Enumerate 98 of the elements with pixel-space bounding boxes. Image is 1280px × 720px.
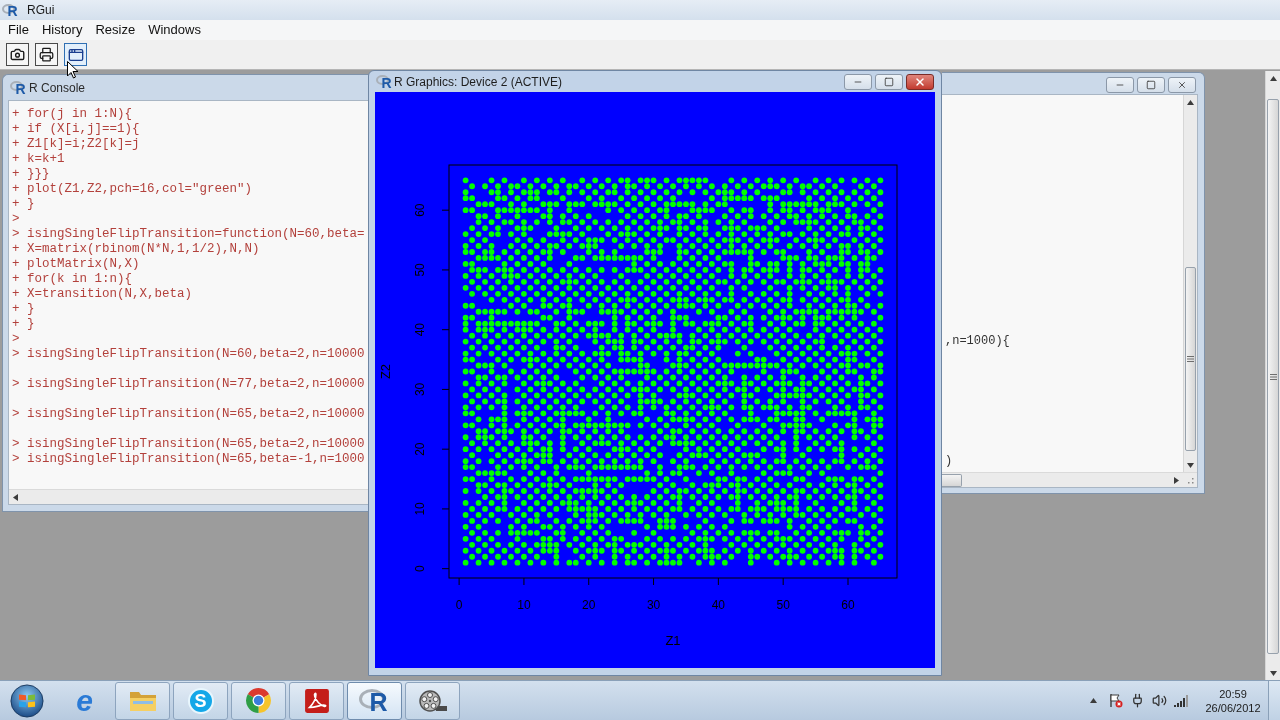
console-line: > isingSingleFlipTransition(N=65,beta=-1,n=1000 <box>12 452 365 467</box>
toolbar-button[interactable] <box>64 43 87 66</box>
mouse-pointer-icon <box>67 61 79 79</box>
scroll-down-icon[interactable] <box>1187 462 1194 468</box>
console-line: + Z1[k]=i;Z2[k]=j <box>12 137 140 152</box>
toolbar-button[interactable] <box>35 43 58 66</box>
y-axis-title: Z2 <box>378 363 393 380</box>
console-line: > isingSingleFlipTransition(N=65,beta=2,n=10000 <box>12 437 365 452</box>
console-line: + for(k in 1:n){ <box>12 272 133 287</box>
scroll-up-icon[interactable] <box>1187 99 1194 105</box>
speaker-icon[interactable] <box>1151 693 1167 708</box>
console-line: + plotMatrix(N,X) <box>12 257 140 272</box>
taskbar-button[interactable] <box>231 681 286 720</box>
y-tick-label: 30 <box>413 382 427 397</box>
x-tick-label: 0 <box>455 598 463 612</box>
console-line: + } <box>12 197 35 212</box>
vertical-scrollbar[interactable] <box>1183 95 1197 472</box>
clock-time[interactable]: 20:59 <box>1219 686 1247 701</box>
window-title: R Console <box>29 79 86 97</box>
console-line: + if (X[i,j]==1){ <box>12 122 140 137</box>
e-logo: e <box>75 686 94 715</box>
start-orb-icon <box>10 683 44 718</box>
menu-item[interactable]: Resize <box>89 21 142 39</box>
app-title: RGui <box>27 2 55 19</box>
maximize-icon <box>1146 79 1156 90</box>
printer-icon <box>39 47 54 62</box>
y-tick-label: 40 <box>413 323 427 337</box>
x-tick-label: 30 <box>646 598 661 612</box>
folder-icon <box>128 689 157 712</box>
taskbar-button[interactable] <box>405 681 460 720</box>
grip-icon <box>1187 356 1194 362</box>
vertical-scrollbar[interactable] <box>1265 71 1280 680</box>
console-line: > <box>12 332 20 347</box>
window-title: R Graphics: Device 2 (ACTIVE) <box>394 73 563 91</box>
maximize-button[interactable] <box>875 73 903 90</box>
r-logo: R <box>376 74 392 89</box>
s-logo: S <box>187 687 214 714</box>
toolbar-button[interactable] <box>6 43 29 66</box>
console-line: > isingSingleFlipTransition(N=60,beta=2,n=10000 <box>12 347 365 362</box>
scroll-thumb[interactable] <box>1185 267 1196 451</box>
console-line: + plot(Z1,Z2,pch=16,col="green") <box>12 182 253 197</box>
console-line: > isingSingleFlipTransition=function(N=60,beta= <box>12 227 365 242</box>
x-tick-label: 50 <box>776 598 790 612</box>
scroll-thumb[interactable] <box>1267 99 1279 654</box>
window-icon <box>67 46 84 63</box>
menu-item[interactable]: History <box>35 21 89 39</box>
maximize-button[interactable] <box>1137 76 1165 93</box>
flag-alert-icon[interactable] <box>1107 693 1123 708</box>
grip-icon <box>1269 373 1277 380</box>
y-tick-label: 50 <box>413 263 427 277</box>
resize-grip-icon[interactable] <box>1186 476 1194 484</box>
film-reel-icon <box>417 688 448 713</box>
x-tick-label: 20 <box>582 598 596 612</box>
editor-line: ) <box>945 454 953 469</box>
editor-line: ,n=1000){ <box>945 334 1010 349</box>
close-icon <box>914 75 926 88</box>
menu-item[interactable]: File <box>2 21 35 39</box>
scroll-down-icon[interactable] <box>1269 670 1277 676</box>
console-line: + X=transition(N,X,beta) <box>12 287 193 302</box>
camera-icon <box>10 47 25 62</box>
clock-date[interactable]: 26/06/2012 <box>1205 700 1261 715</box>
scroll-right-icon[interactable] <box>1173 476 1179 484</box>
console-line: + k=k+1 <box>12 152 65 167</box>
signal-bars-icon[interactable] <box>1174 694 1188 707</box>
console-line: > isingSingleFlipTransition(N=65,beta=2,n=10000 <box>12 407 365 422</box>
x-axis-title: Z1 <box>665 633 681 648</box>
console-line: + X=matrix(rbinom(N*N,1,1/2),N,N) <box>12 242 260 257</box>
circle-logo-icon <box>245 687 272 714</box>
maximize-icon <box>884 76 894 87</box>
y-tick-label: 20 <box>413 442 427 456</box>
console-line: + } <box>12 302 35 317</box>
x-tick-label: 10 <box>517 598 531 612</box>
x-tick-label: 40 <box>711 598 726 612</box>
console-line: > isingSingleFlipTransition(N=77,beta=2,n=10000 <box>12 377 365 392</box>
console-line: > <box>12 212 20 227</box>
close-icon <box>1177 79 1187 90</box>
console-line: + }}} <box>12 167 50 182</box>
menu-item[interactable]: Windows <box>142 21 207 39</box>
y-tick-label: 0 <box>413 565 427 572</box>
y-tick-label: 60 <box>413 203 427 217</box>
taskbar-button[interactable] <box>289 681 344 720</box>
y-tick-label: 10 <box>413 502 427 516</box>
taskbar-button[interactable]: R <box>347 681 402 720</box>
minimize-button[interactable] <box>1106 76 1134 93</box>
close-button[interactable] <box>906 73 934 90</box>
console-line: + for(j in 1:N){ <box>12 107 133 122</box>
horizontal-scrollbar[interactable] <box>9 489 368 504</box>
swirl-tile-icon <box>303 687 330 714</box>
r-logo: R <box>2 2 18 18</box>
show-hidden-icons-icon[interactable] <box>1089 698 1097 703</box>
console-line: + } <box>12 317 35 332</box>
scroll-left-icon[interactable] <box>13 493 18 501</box>
x-tick-label: 60 <box>841 598 855 612</box>
horizontal-scrollbar[interactable] <box>942 472 1197 487</box>
minimize-button[interactable] <box>844 73 872 90</box>
scroll-thumb[interactable] <box>942 473 962 487</box>
scroll-up-icon[interactable] <box>1269 75 1277 81</box>
r-logo: R <box>10 80 26 95</box>
